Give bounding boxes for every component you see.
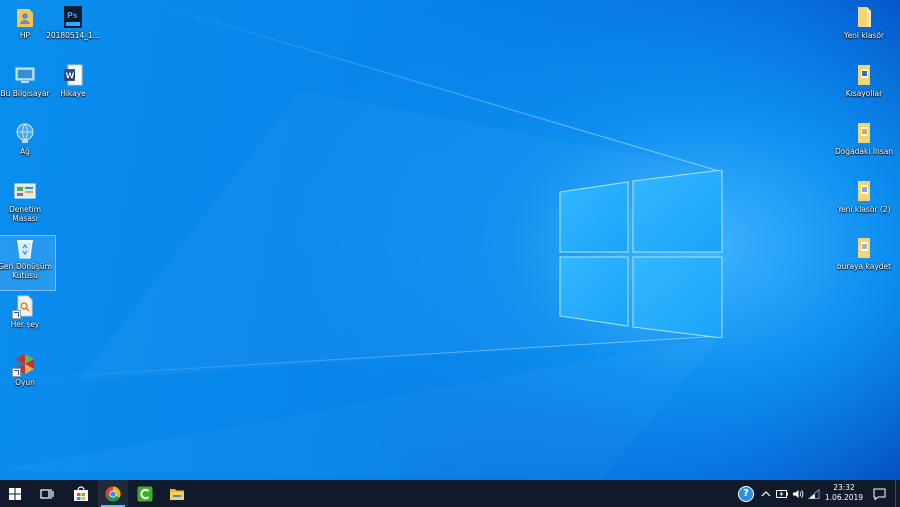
photoshop-file-icon: Ps [61, 5, 85, 29]
battery-charging-icon [776, 489, 788, 498]
volume-tray-button[interactable] [790, 480, 806, 507]
store-icon [74, 485, 88, 501]
help-icon: ? [738, 485, 754, 502]
desktop-icon-geri-donusum[interactable]: Geri Dönüşüm Kutusu [0, 235, 56, 291]
desktop-icon-ag[interactable]: Ağ [0, 121, 55, 156]
everything-search-icon [12, 294, 37, 319]
start-button[interactable] [0, 480, 30, 507]
game-icon [12, 352, 37, 377]
desktop-icon-psd-file[interactable]: Ps 20180514_1... [43, 5, 103, 40]
folder-icon [852, 5, 876, 29]
task-view-icon [40, 488, 54, 499]
taskbar: ? 23:32 1.06.2019 [0, 480, 900, 507]
desktop: HP Ps 20180514_1... Bu Bilgisayar W Hika… [0, 0, 900, 480]
desktop-icon-denetim-masasi[interactable]: Denetim Masası [0, 179, 55, 223]
word-document-icon: W [61, 63, 85, 87]
camtasia-button[interactable] [130, 480, 160, 507]
store-button[interactable] [66, 480, 96, 507]
desktop-icon-dogadaki-insan[interactable]: Doğadaki İnsan [834, 121, 894, 156]
show-desktop-button[interactable] [895, 480, 900, 507]
desktop-icon-oyun[interactable]: Oyun [0, 352, 55, 387]
desktop-icon-hikaye[interactable]: W Hikaye [43, 63, 103, 98]
wifi-tray-button[interactable] [806, 480, 822, 507]
user-folder-icon [13, 5, 37, 29]
camtasia-icon [137, 486, 153, 501]
desktop-icon-buraya-kaydet[interactable]: buraya kaydet [834, 236, 894, 271]
folder-document-icon [852, 63, 876, 87]
speaker-icon [793, 489, 804, 498]
task-view-button[interactable] [32, 480, 62, 507]
wifi-icon [808, 488, 820, 499]
action-center-button[interactable] [868, 480, 890, 507]
windows-logo-wallpaper [559, 170, 723, 338]
folder-document-icon [852, 121, 876, 145]
notification-icon [873, 488, 885, 500]
desktop-icon-her-sey[interactable]: Her şey [0, 294, 55, 329]
file-explorer-icon [170, 488, 184, 500]
clock-date: 1.06.2019 [824, 493, 864, 502]
wallpaper-light-beams [0, 0, 723, 381]
desktop-icon-yeni-klasor-2[interactable]: Yeni klasör (2) [834, 179, 894, 214]
start-icon [9, 487, 21, 500]
network-icon [13, 121, 37, 145]
this-pc-icon [13, 63, 37, 87]
clock[interactable]: 23:32 1.06.2019 [822, 483, 866, 503]
shortcut-arrow-icon [12, 368, 21, 377]
clock-time: 23:32 [833, 483, 855, 492]
svg-text:Ps: Ps [67, 11, 78, 20]
chrome-button[interactable] [98, 480, 128, 507]
folder-document-icon [852, 179, 876, 203]
show-hidden-icons-button[interactable] [758, 480, 774, 507]
chrome-icon [105, 485, 121, 502]
folder-document-icon [852, 236, 876, 260]
svg-text:W: W [66, 72, 75, 81]
battery-tray-button[interactable] [774, 480, 790, 507]
desktop-icon-yeni-klasor[interactable]: Yeni klasör [834, 5, 894, 40]
chevron-up-icon [761, 490, 771, 496]
help-tray-button[interactable]: ? [736, 480, 756, 507]
recycle-bin-icon [13, 236, 37, 260]
shortcut-arrow-icon [12, 310, 21, 319]
file-explorer-button[interactable] [162, 480, 192, 507]
control-panel-icon [13, 179, 37, 203]
desktop-icon-kisayollar[interactable]: Kısayollar [834, 63, 894, 98]
